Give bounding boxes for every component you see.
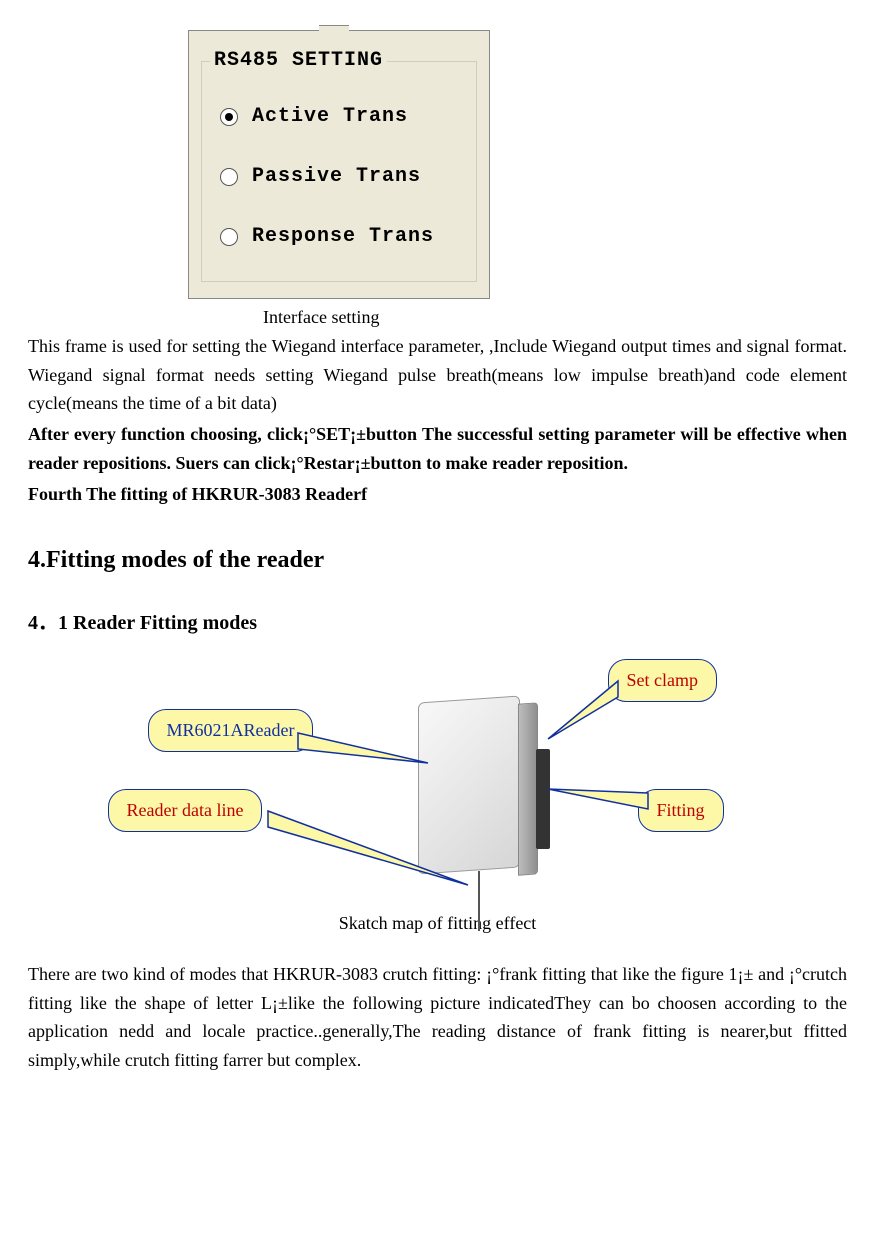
rs485-setting-dialog: RS485 SETTING Active Trans Passive Trans… xyxy=(188,30,490,299)
dialog-notch xyxy=(319,25,349,34)
sketch-caption: Skatch map of fitting effect xyxy=(28,909,847,938)
radio-icon xyxy=(220,168,238,186)
radio-passive-trans[interactable]: Passive Trans xyxy=(210,147,468,207)
callout-reader: MR6021AReader xyxy=(148,709,314,752)
fitting-diagram: MR6021AReader Reader data line Set clamp… xyxy=(98,649,778,909)
callout-data-line: Reader data line xyxy=(108,789,263,832)
pointer-icon xyxy=(548,679,628,749)
paragraph-fourth-heading: Fourth The fitting of HKRUR-3083 Readerf xyxy=(28,480,847,509)
radio-dot-icon xyxy=(225,113,233,121)
pointer-icon xyxy=(298,727,438,777)
radio-label: Active Trans xyxy=(252,101,408,133)
radio-icon xyxy=(220,108,238,126)
subsection-title: 4．1 Reader Fitting modes xyxy=(28,607,847,639)
paragraph-set-instructions: After every function choosing, click¡°SE… xyxy=(28,420,847,478)
paragraph-fitting-modes: There are two kind of modes that HKRUR-3… xyxy=(28,960,847,1075)
radio-label: Passive Trans xyxy=(252,161,421,193)
pointer-icon xyxy=(268,805,468,895)
pointer-icon xyxy=(548,779,648,819)
interface-setting-caption: Interface setting xyxy=(263,303,847,332)
section-title: 4.Fitting modes of the reader xyxy=(28,541,847,579)
rs485-legend: RS485 SETTING xyxy=(210,45,387,77)
radio-label: Response Trans xyxy=(252,221,434,253)
rs485-fieldset: RS485 SETTING Active Trans Passive Trans… xyxy=(201,45,477,282)
reader-panel-side xyxy=(518,702,538,875)
radio-icon xyxy=(220,228,238,246)
reader-cable xyxy=(478,871,480,931)
radio-active-trans[interactable]: Active Trans xyxy=(210,87,468,147)
radio-response-trans[interactable]: Response Trans xyxy=(210,207,468,267)
paragraph-interface-description: This frame is used for setting the Wiega… xyxy=(28,332,847,418)
callout-fitting: Fitting xyxy=(638,789,724,832)
